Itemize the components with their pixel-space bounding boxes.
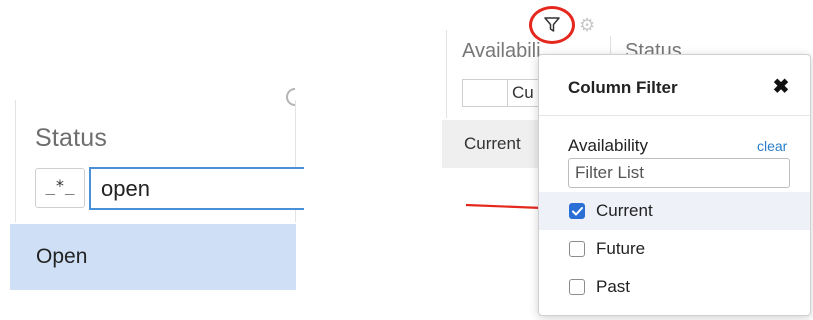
checkbox-past[interactable] xyxy=(569,279,585,295)
option-label: Past xyxy=(596,277,631,296)
checkmark-icon xyxy=(571,206,583,215)
column-header-availability[interactable]: Availabili xyxy=(462,40,541,63)
filter-mode-button[interactable]: _*_ xyxy=(35,168,85,208)
column-filter-popup: Column Filter ✖ Availability clear Curre… xyxy=(538,54,811,316)
checkbox-future[interactable] xyxy=(569,241,585,257)
popup-title: Column Filter xyxy=(568,78,678,97)
option-past[interactable]: Past xyxy=(539,268,810,306)
filter-button[interactable] xyxy=(529,6,575,44)
grid-border xyxy=(446,30,447,118)
gear-icon[interactable]: ⚙ xyxy=(579,16,595,34)
option-label: Future xyxy=(596,239,646,258)
panel-border xyxy=(15,100,16,222)
option-future[interactable]: Future xyxy=(539,230,810,268)
filter-mode-symbol: _*_ xyxy=(45,176,75,195)
popup-separator xyxy=(539,115,810,116)
filter-field-label: Availability xyxy=(568,136,649,155)
table-cell-availability: Current xyxy=(464,134,521,153)
close-icon[interactable]: ✖ xyxy=(771,77,791,97)
status-filter-panel: Status _*_ Open xyxy=(10,88,304,298)
option-current[interactable]: Current xyxy=(539,192,810,230)
suggestion-label: Open xyxy=(36,245,88,268)
checkbox-current[interactable] xyxy=(569,203,585,219)
clear-link[interactable]: clear xyxy=(757,138,787,154)
grid-filter-mode-button[interactable] xyxy=(462,79,508,107)
filter-icon xyxy=(544,17,560,32)
suggestion-item-open[interactable]: Open xyxy=(10,224,296,290)
option-label: Current xyxy=(596,201,653,220)
filter-list-input[interactable] xyxy=(568,158,790,188)
status-column-title: Status xyxy=(35,124,108,152)
status-filter-input[interactable] xyxy=(89,167,304,210)
